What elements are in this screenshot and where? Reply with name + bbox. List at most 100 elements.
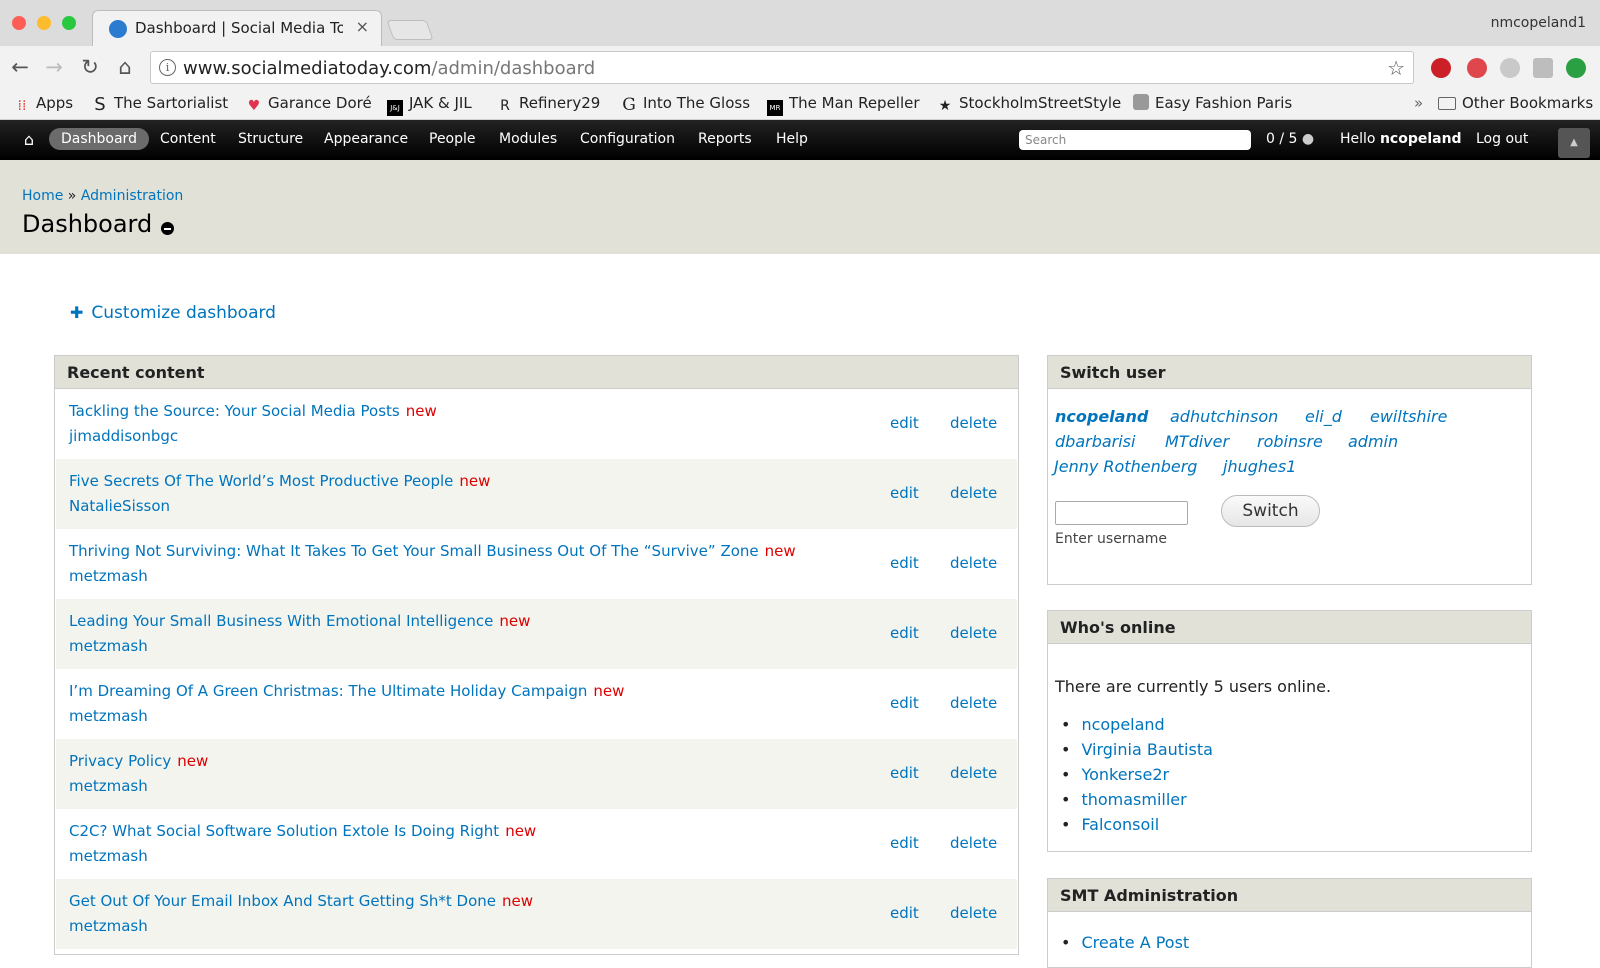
switch-user-link[interactable]: MTdiver — [1165, 432, 1229, 451]
bookmark-star-icon[interactable]: ☆ — [1387, 56, 1405, 80]
switch-user-link[interactable]: ncopeland — [1055, 407, 1148, 426]
menu-reports[interactable]: Reports — [698, 131, 752, 147]
switch-user-link[interactable]: admin — [1348, 432, 1398, 451]
logout-link[interactable]: Log out — [1476, 131, 1528, 147]
content-author-link[interactable]: metzmash — [69, 777, 148, 795]
remove-shortcut-icon[interactable] — [161, 222, 174, 235]
content-title-link[interactable]: Thriving Not Surviving: What It Takes To… — [69, 542, 796, 560]
customize-dashboard-link[interactable]: ✚ Customize dashboard — [70, 303, 276, 323]
bookmark-garance-dore[interactable]: ♥ Garance Doré — [246, 94, 372, 114]
edit-link[interactable]: edit — [890, 764, 919, 782]
breadcrumb-administration[interactable]: Administration — [81, 188, 183, 204]
bookmark-into-the-gloss[interactable]: G Into The Gloss — [621, 94, 750, 114]
delete-link[interactable]: delete — [950, 554, 997, 572]
block-title: Who's online — [1048, 611, 1531, 644]
reload-icon[interactable]: ↻ — [78, 55, 102, 79]
delete-link[interactable]: delete — [950, 414, 997, 432]
site-info-icon[interactable]: i — [159, 59, 176, 76]
browser-tab[interactable]: Dashboard | Social Media Today × — [92, 10, 382, 46]
profile-name[interactable]: nmcopeland1 — [1491, 15, 1586, 31]
admin-search-input[interactable]: Search — [1019, 130, 1251, 150]
switch-user-link[interactable]: ewiltshire — [1370, 407, 1447, 426]
switch-user-link[interactable]: dbarbarisi — [1055, 432, 1135, 451]
forward-icon[interactable]: → — [42, 55, 66, 79]
content-author-link[interactable]: metzmash — [69, 707, 148, 725]
menu-appearance[interactable]: Appearance — [324, 131, 408, 147]
online-user-link[interactable]: thomasmiller — [1061, 790, 1213, 815]
content-title-link[interactable]: Five Secrets Of The World’s Most Product… — [69, 472, 490, 490]
extension-green-icon[interactable] — [1566, 58, 1586, 78]
extension-badge-icon[interactable] — [1467, 58, 1487, 78]
edit-link[interactable]: edit — [890, 834, 919, 852]
address-bar[interactable]: i www.socialmediatoday.com/admin/dashboa… — [150, 51, 1414, 84]
menu-content[interactable]: Content — [160, 131, 216, 147]
bookmark-easy-fashion-paris[interactable]: Easy Fashion Paris — [1133, 94, 1292, 112]
toolbar-drawer-toggle-icon[interactable]: ▲ — [1558, 128, 1590, 158]
online-user-link[interactable]: ncopeland — [1061, 715, 1213, 740]
switch-user-link[interactable]: Jenny Rothenberg — [1054, 457, 1197, 476]
edit-link[interactable]: edit — [890, 484, 919, 502]
bookmark-jak-jil[interactable]: J&J JAK & JIL — [387, 94, 472, 116]
breadcrumb-home[interactable]: Home — [22, 188, 63, 204]
menu-configuration[interactable]: Configuration — [580, 131, 675, 147]
delete-link[interactable]: delete — [950, 484, 997, 502]
other-bookmarks[interactable]: Other Bookmarks — [1438, 94, 1593, 112]
delete-link[interactable]: delete — [950, 694, 997, 712]
content-author-link[interactable]: metzmash — [69, 567, 148, 585]
window-minimize-button[interactable] — [37, 16, 51, 30]
switch-user-link[interactable]: robinsre — [1257, 432, 1323, 451]
url-text[interactable]: www.socialmediatoday.com/admin/dashboard — [183, 58, 595, 79]
edit-link[interactable]: edit — [890, 624, 919, 642]
edit-link[interactable]: edit — [890, 694, 919, 712]
switch-button[interactable]: Switch — [1221, 495, 1320, 527]
content-title-link[interactable]: Get Out Of Your Email Inbox And Start Ge… — [69, 892, 533, 910]
menu-people[interactable]: People — [429, 131, 476, 147]
delete-link[interactable]: delete — [950, 904, 997, 922]
bookmark-refinery29[interactable]: R Refinery29 — [497, 94, 600, 114]
online-user-link[interactable]: Virginia Bautista — [1061, 740, 1212, 765]
bookmark-apps[interactable]: ⁞⁞ Apps — [14, 94, 74, 114]
content-title-link[interactable]: C2C? What Social Software Solution Extol… — [69, 822, 536, 840]
username-input[interactable] — [1055, 501, 1188, 525]
edit-link[interactable]: edit — [890, 414, 919, 432]
content-author-link[interactable]: metzmash — [69, 917, 148, 935]
tab-close-icon[interactable]: × — [356, 17, 369, 36]
content-author-link[interactable]: metzmash — [69, 847, 148, 865]
extension-grey-icon[interactable] — [1533, 58, 1553, 78]
content-title-link[interactable]: Privacy Policy new — [69, 752, 208, 770]
switch-user-link[interactable]: adhutchinson — [1170, 407, 1278, 426]
switch-user-link[interactable]: eli_d — [1305, 407, 1342, 426]
create-post-link[interactable]: Create A Post — [1061, 933, 1189, 952]
content-title-link[interactable]: Leading Your Small Business With Emotion… — [69, 612, 530, 630]
menu-help[interactable]: Help — [776, 131, 808, 147]
switch-user-link[interactable]: jhughes1 — [1223, 457, 1296, 476]
content-author-link[interactable]: NatalieSisson — [69, 497, 170, 515]
bookmark-stockholm-street-style[interactable]: ★ StockholmStreetStyle — [937, 94, 1122, 114]
window-close-button[interactable] — [12, 16, 26, 30]
new-tab-button[interactable] — [386, 20, 434, 40]
menu-structure[interactable]: Structure — [238, 131, 303, 147]
content-title-link[interactable]: Tackling the Source: Your Social Media P… — [69, 402, 437, 420]
menu-dashboard[interactable]: Dashboard — [49, 128, 149, 150]
admin-home-icon[interactable]: ⌂ — [20, 130, 38, 149]
bookmark-man-repeller[interactable]: MR The Man Repeller — [767, 94, 920, 116]
home-icon[interactable]: ⌂ — [113, 55, 137, 79]
back-icon[interactable]: ← — [8, 55, 32, 79]
drive-extension-icon[interactable] — [1500, 58, 1520, 78]
delete-link[interactable]: delete — [950, 834, 997, 852]
edit-link[interactable]: edit — [890, 904, 919, 922]
window-maximize-button[interactable] — [62, 16, 76, 30]
content-title-link[interactable]: I’m Dreaming Of A Green Christmas: The U… — [69, 682, 624, 700]
content-author-link[interactable]: jimaddisonbgc — [69, 427, 178, 445]
edit-link[interactable]: edit — [890, 554, 919, 572]
online-user-link[interactable]: Falconsoil — [1061, 815, 1213, 840]
delete-link[interactable]: delete — [950, 624, 997, 642]
content-author-link[interactable]: metzmash — [69, 637, 148, 655]
online-user-link[interactable]: Yonkerse2r — [1061, 765, 1213, 790]
menu-modules[interactable]: Modules — [499, 131, 557, 147]
bookmark-sartorialist[interactable]: S The Sartorialist — [92, 94, 228, 114]
pinterest-extension-icon[interactable] — [1431, 58, 1451, 78]
bookmarks-overflow-icon[interactable]: » — [1414, 94, 1423, 112]
greeting[interactable]: Hello ncopeland — [1340, 131, 1462, 147]
delete-link[interactable]: delete — [950, 764, 997, 782]
